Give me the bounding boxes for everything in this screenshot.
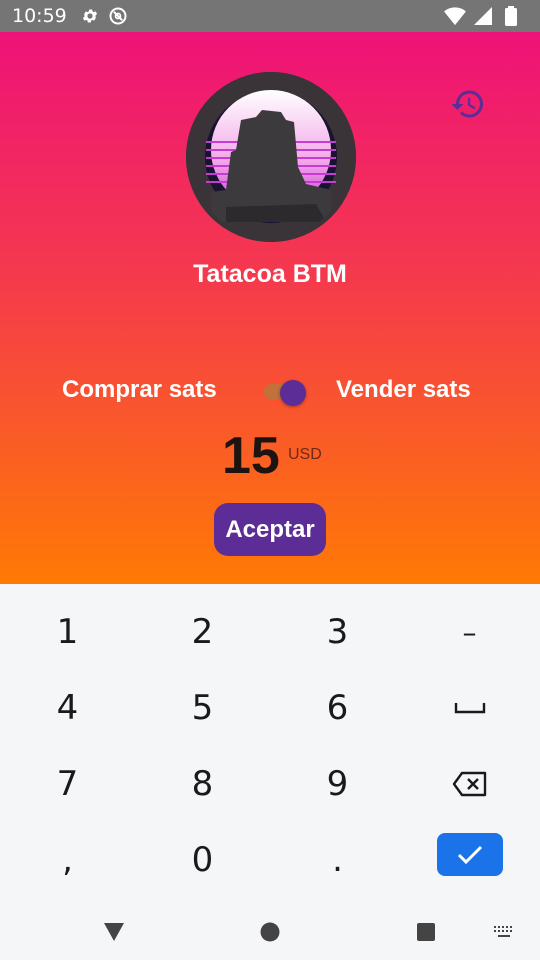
key-1[interactable]: 1 [0, 594, 135, 670]
buy-sell-toggle[interactable] [262, 378, 306, 406]
keyboard-icon [494, 926, 512, 937]
back-triangle-icon [104, 923, 124, 941]
recents-square-icon [417, 923, 435, 941]
buy-sats-label: Comprar sats [62, 376, 217, 403]
app-header-panel: Tatacoa BTM Comprar sats Vender sats 15 … [0, 32, 540, 584]
amount-value: 15 [222, 427, 280, 485]
key-8[interactable]: 8 [135, 746, 270, 822]
key-comma[interactable]: , [0, 822, 135, 898]
key-backspace[interactable] [402, 746, 537, 822]
nav-recents-button[interactable] [408, 914, 444, 950]
key-7[interactable]: 7 [0, 746, 135, 822]
key-9[interactable]: 9 [270, 746, 405, 822]
key-4[interactable]: 4 [0, 670, 135, 746]
key-dot[interactable]: . [270, 822, 405, 898]
key-6[interactable]: 6 [270, 670, 405, 746]
status-bar: 10:59 [0, 0, 540, 32]
key-0[interactable]: 0 [135, 822, 270, 898]
home-circle-icon [260, 922, 280, 942]
avatar [186, 72, 356, 242]
key-minus[interactable]: – [402, 594, 537, 670]
key-done[interactable] [437, 833, 503, 876]
history-icon [451, 90, 483, 118]
nav-home-button[interactable] [252, 914, 288, 950]
battery-icon [500, 5, 522, 27]
sell-sats-label: Vender sats [336, 376, 471, 403]
amount-currency: USD [288, 446, 322, 463]
checkmark-icon [457, 845, 483, 864]
accept-button[interactable]: Aceptar [214, 503, 326, 556]
gear-icon [79, 5, 101, 27]
signal-icon [472, 5, 494, 27]
keyboard-switch-button[interactable] [486, 914, 522, 950]
history-button[interactable] [448, 84, 488, 124]
store-name: Tatacoa BTM [193, 260, 347, 288]
space-icon [454, 703, 485, 714]
system-nav-bar [0, 904, 540, 960]
key-2[interactable]: 2 [135, 594, 270, 670]
backspace-icon [452, 771, 486, 797]
key-3[interactable]: 3 [270, 594, 405, 670]
at-sign-icon [107, 5, 129, 27]
status-time: 10:59 [12, 5, 67, 27]
wifi-icon [444, 5, 466, 27]
numeric-keypad: 1 2 3 – 4 5 6 7 8 9 , 0 . [0, 584, 540, 904]
trade-mode-row: Comprar sats Vender sats [0, 372, 540, 406]
key-space[interactable] [402, 670, 537, 746]
toggle-thumb [280, 380, 306, 406]
nav-back-button[interactable] [96, 914, 132, 950]
key-5[interactable]: 5 [135, 670, 270, 746]
